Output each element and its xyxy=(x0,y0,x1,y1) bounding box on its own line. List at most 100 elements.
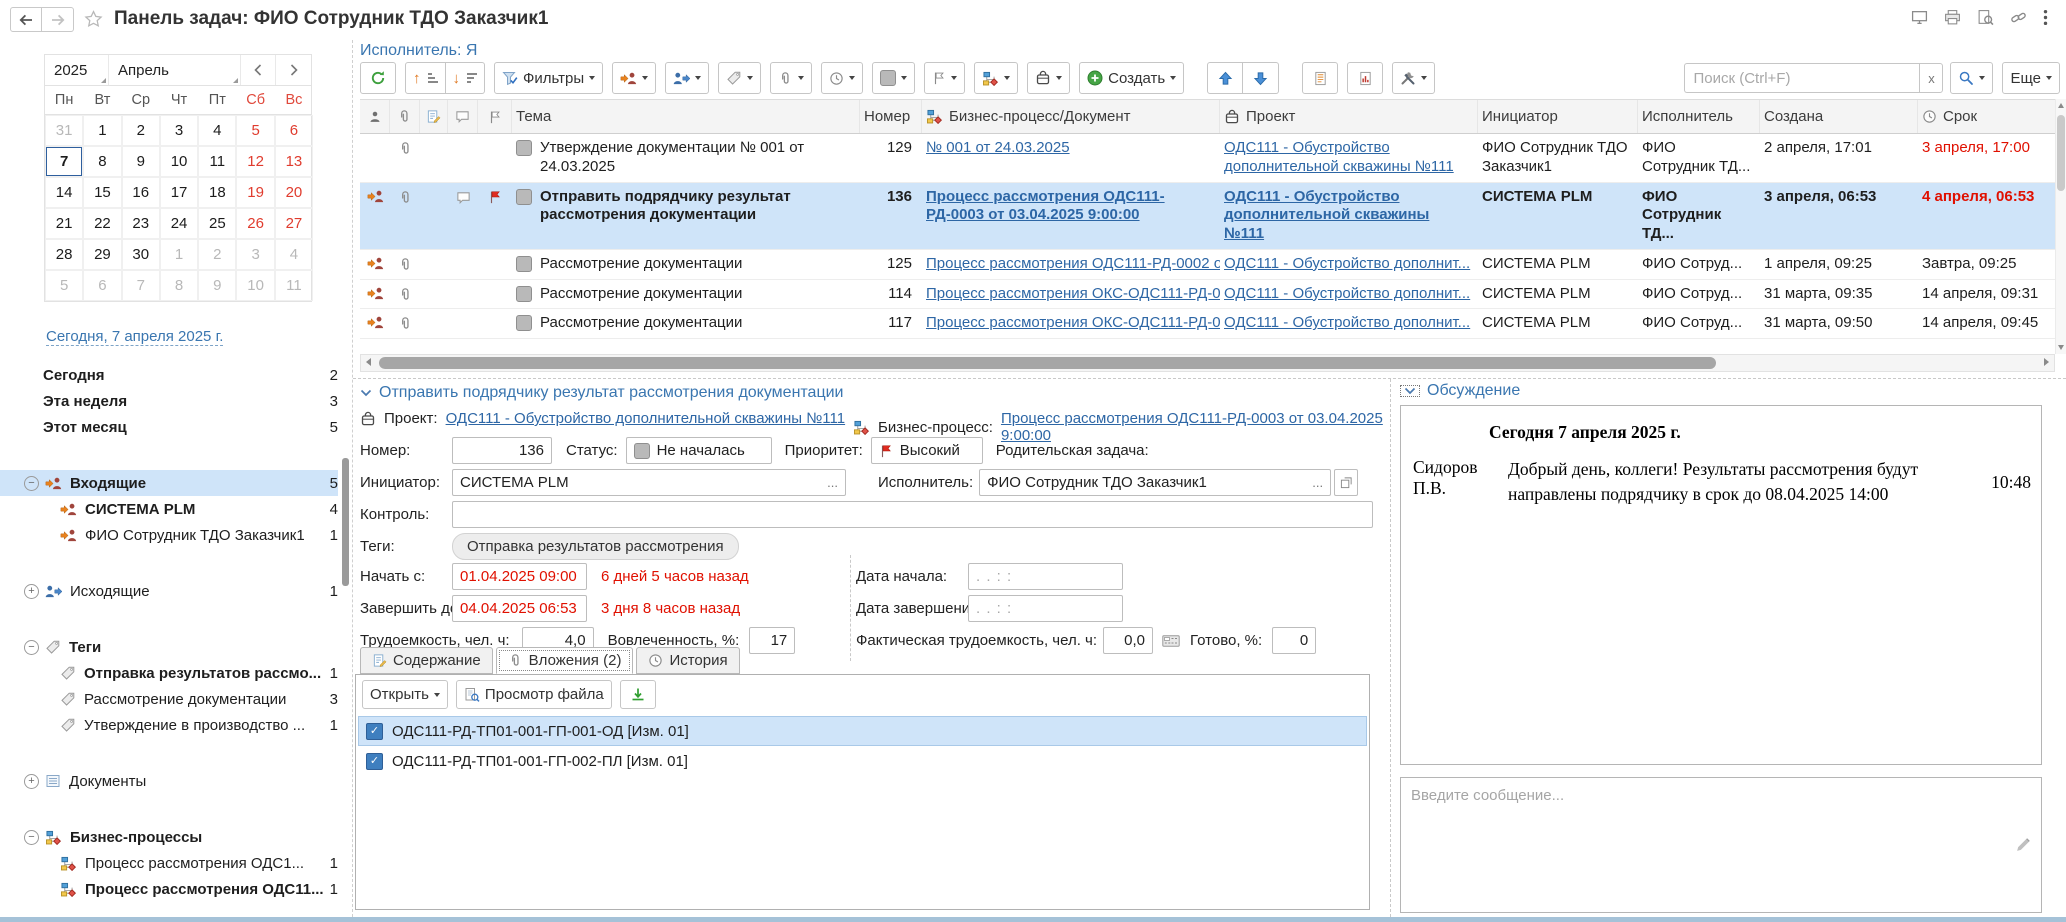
calendar-day[interactable]: 23 xyxy=(122,208,160,239)
attachment-row[interactable]: ✓ОДС111-РД-ТП01-001-ГП-001-ОД [Изм. 01] xyxy=(358,716,1367,746)
col-subject[interactable]: Тема xyxy=(512,100,860,133)
col-executor[interactable]: Исполнитель xyxy=(1638,100,1760,133)
expander-minus-icon[interactable]: − xyxy=(24,640,39,655)
sidebar-item[interactable]: Эта неделя3 xyxy=(0,388,338,414)
create-button[interactable]: Создать xyxy=(1079,62,1184,94)
actual-end-field[interactable]: . . : : xyxy=(968,595,1123,622)
col-comments[interactable] xyxy=(448,100,478,133)
calendar-day[interactable]: 10 xyxy=(236,270,274,301)
tag-filter-button[interactable] xyxy=(718,62,761,94)
status-filter-button[interactable] xyxy=(872,62,915,94)
col-number[interactable]: Номер xyxy=(860,100,922,133)
project-link[interactable]: ОДС111 - Обустройство дополнительной скв… xyxy=(446,410,846,427)
calendar-day[interactable]: 2 xyxy=(198,239,236,270)
project-link[interactable]: ОДС111 - Обустройство дополнительной скв… xyxy=(1224,139,1454,175)
save-settings-icon[interactable] xyxy=(1911,9,1928,26)
col-notes[interactable] xyxy=(420,100,448,133)
choose-button[interactable]: ... xyxy=(1306,475,1323,490)
more-button[interactable]: Еще xyxy=(2002,62,2060,94)
project-link[interactable]: ОДС111 - Обустройство дополнительной скв… xyxy=(1224,188,1429,243)
calendar-day[interactable]: 6 xyxy=(275,115,313,146)
calendar-year-select[interactable]: 2025 xyxy=(45,55,109,85)
calendar-day[interactable]: 30 xyxy=(122,239,160,270)
send-message-icon[interactable] xyxy=(2015,836,2032,853)
calendar-day[interactable]: 19 xyxy=(236,177,274,208)
calendar-day[interactable]: 10 xyxy=(160,146,198,177)
bp-link[interactable]: Процесс рассмотрения ОДС111-РД-0002 от..… xyxy=(926,255,1220,272)
involvement-field[interactable]: 17 xyxy=(749,627,795,654)
search-clear-button[interactable]: x xyxy=(1919,63,1943,93)
move-down-button[interactable] xyxy=(1243,62,1279,94)
control-field[interactable] xyxy=(452,501,1373,528)
col-executor-flag[interactable] xyxy=(360,100,390,133)
calculator-icon[interactable] xyxy=(1162,635,1180,647)
tab-содержание[interactable]: Содержание xyxy=(360,647,493,674)
calendar-day[interactable]: 14 xyxy=(45,177,83,208)
calendar-day[interactable]: 18 xyxy=(198,177,236,208)
calendar-day[interactable]: 6 xyxy=(83,270,121,301)
sidebar-item[interactable]: −Бизнес-процессы xyxy=(0,824,338,850)
scrollbar-thumb[interactable] xyxy=(379,357,1716,369)
col-flag[interactable] xyxy=(478,100,512,133)
download-attachment-button[interactable] xyxy=(620,680,656,709)
calendar-day[interactable]: 1 xyxy=(160,239,198,270)
search-button[interactable] xyxy=(1950,62,1993,94)
calendar-day[interactable]: 15 xyxy=(83,177,121,208)
start-date-field[interactable]: 01.04.2025 09:00 xyxy=(452,563,587,590)
calendar-next-button[interactable] xyxy=(276,55,311,85)
table-row[interactable]: Отправить подрядчику результат рассмотре… xyxy=(360,183,2055,250)
sidebar-item[interactable]: Рассмотрение документации3 xyxy=(0,686,338,712)
calendar-day[interactable]: 13 xyxy=(275,146,313,177)
project-link[interactable]: ОДС111 - Обустройство дополнит... xyxy=(1224,285,1470,302)
attachment-row[interactable]: ✓ОДС111-РД-ТП01-001-ГП-002-ПЛ [Изм. 01] xyxy=(358,746,1367,776)
calendar-day[interactable]: 8 xyxy=(160,270,198,301)
favorite-star-icon[interactable] xyxy=(84,10,103,29)
sidebar-item[interactable]: Утверждение в производство ...1 xyxy=(0,712,338,738)
sidebar-item[interactable]: −Теги xyxy=(0,634,338,660)
calendar-day[interactable]: 25 xyxy=(198,208,236,239)
calendar-day[interactable]: 12 xyxy=(236,146,274,177)
sidebar-item[interactable]: ФИО Сотрудник ТДО Заказчик11 xyxy=(0,522,338,548)
actual-start-field[interactable]: . . : : xyxy=(968,563,1123,590)
outgoing-filter-button[interactable] xyxy=(665,62,709,94)
project-link[interactable]: ОДС111 - Обустройство дополнит... xyxy=(1224,314,1470,331)
journal-button[interactable] xyxy=(1302,62,1338,94)
calendar-day[interactable]: 2 xyxy=(122,115,160,146)
col-attachments[interactable] xyxy=(390,100,420,133)
calendar-day[interactable]: 17 xyxy=(160,177,198,208)
calendar-day[interactable]: 20 xyxy=(275,177,313,208)
settings-button[interactable] xyxy=(1392,62,1435,94)
calendar-day[interactable]: 1 xyxy=(83,115,121,146)
sidebar-item[interactable]: СИСТЕМА PLM4 xyxy=(0,496,338,522)
col-project[interactable]: Проект xyxy=(1220,100,1478,133)
expander-plus-icon[interactable]: + xyxy=(24,584,39,599)
sidebar-item[interactable]: +Исходящие1 xyxy=(0,578,338,604)
bp-link[interactable]: Процесс рассмотрения ОДС111-РД-0003 от 0… xyxy=(926,188,1165,224)
preview-icon[interactable] xyxy=(1977,9,1994,26)
table-vertical-scrollbar[interactable] xyxy=(2055,99,2066,354)
col-due[interactable]: Срок xyxy=(1918,100,2058,133)
calendar-day[interactable]: 22 xyxy=(83,208,121,239)
bp-link[interactable]: Процесс рассмотрения ОКС-ОДС111-РД-01... xyxy=(926,285,1220,302)
calendar-day[interactable]: 16 xyxy=(122,177,160,208)
bp-link[interactable]: № 001 от 24.03.2025 xyxy=(926,139,1070,156)
project-filter-button[interactable] xyxy=(1027,62,1070,94)
link-icon[interactable] xyxy=(2010,9,2027,26)
status-field[interactable]: Не началась xyxy=(626,437,772,464)
collapse-form-icon[interactable] xyxy=(360,389,372,397)
refresh-button[interactable] xyxy=(360,62,396,94)
forward-button[interactable] xyxy=(42,7,74,32)
report-button[interactable] xyxy=(1347,62,1383,94)
calendar-day[interactable]: 24 xyxy=(160,208,198,239)
col-created[interactable]: Создана xyxy=(1760,100,1918,133)
project-link[interactable]: ОДС111 - Обустройство дополнит... xyxy=(1224,255,1470,272)
number-field[interactable]: 136 xyxy=(452,437,552,464)
calendar-day[interactable]: 11 xyxy=(275,270,313,301)
collapse-discussion-button[interactable] xyxy=(1400,385,1420,397)
calendar-prev-button[interactable] xyxy=(241,55,276,85)
calendar-day[interactable]: 4 xyxy=(198,115,236,146)
calendar-day[interactable]: 7 xyxy=(122,270,160,301)
calendar-day[interactable]: 3 xyxy=(236,239,274,270)
checkbox-checked-icon[interactable]: ✓ xyxy=(366,753,383,770)
sidebar-item[interactable]: Процесс рассмотрения ОДС11...1 xyxy=(0,876,338,902)
